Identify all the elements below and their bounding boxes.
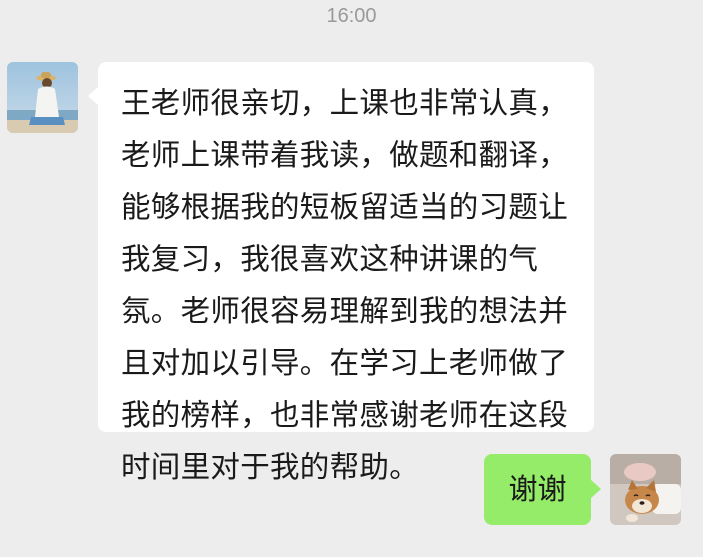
message-line: 且对加以引导。在学习上老师做了: [121, 346, 569, 380]
incoming-message-bubble[interactable]: 王老师很亲切，上课也非常认真， 老师上课带着我读，做题和翻译， 能够根据我的短板…: [88, 62, 594, 484]
message-line: 能够根据我的短板留适当的习题让: [121, 190, 569, 224]
message-line: 王老师很亲切，上课也非常认真，: [121, 86, 569, 120]
outgoing-message-bubble[interactable]: 谢谢: [484, 454, 601, 525]
message-line: 我复习，我很喜欢这种讲课的气: [121, 242, 539, 276]
message-line: 氛。老师很容易理解到我的想法并: [121, 294, 569, 328]
message-line: 老师上课带着我读，做题和翻译，: [121, 138, 569, 172]
message-timestamp: 16:00: [326, 5, 377, 27]
girl-by-sea-avatar-image: [7, 62, 78, 133]
outgoing-message-text: 谢谢: [508, 472, 567, 506]
sender-avatar[interactable]: [7, 62, 78, 133]
message-line: 时间里对于我的帮助。: [121, 450, 420, 484]
shiba-dog-avatar-image: [610, 454, 681, 525]
message-line: 我的榜样，也非常感谢老师在这段: [121, 398, 569, 432]
incoming-message-text: 王老师很亲切，上课也非常认真， 老师上课带着我读，做题和翻译， 能够根据我的短板…: [121, 77, 581, 493]
own-avatar[interactable]: [610, 454, 681, 525]
